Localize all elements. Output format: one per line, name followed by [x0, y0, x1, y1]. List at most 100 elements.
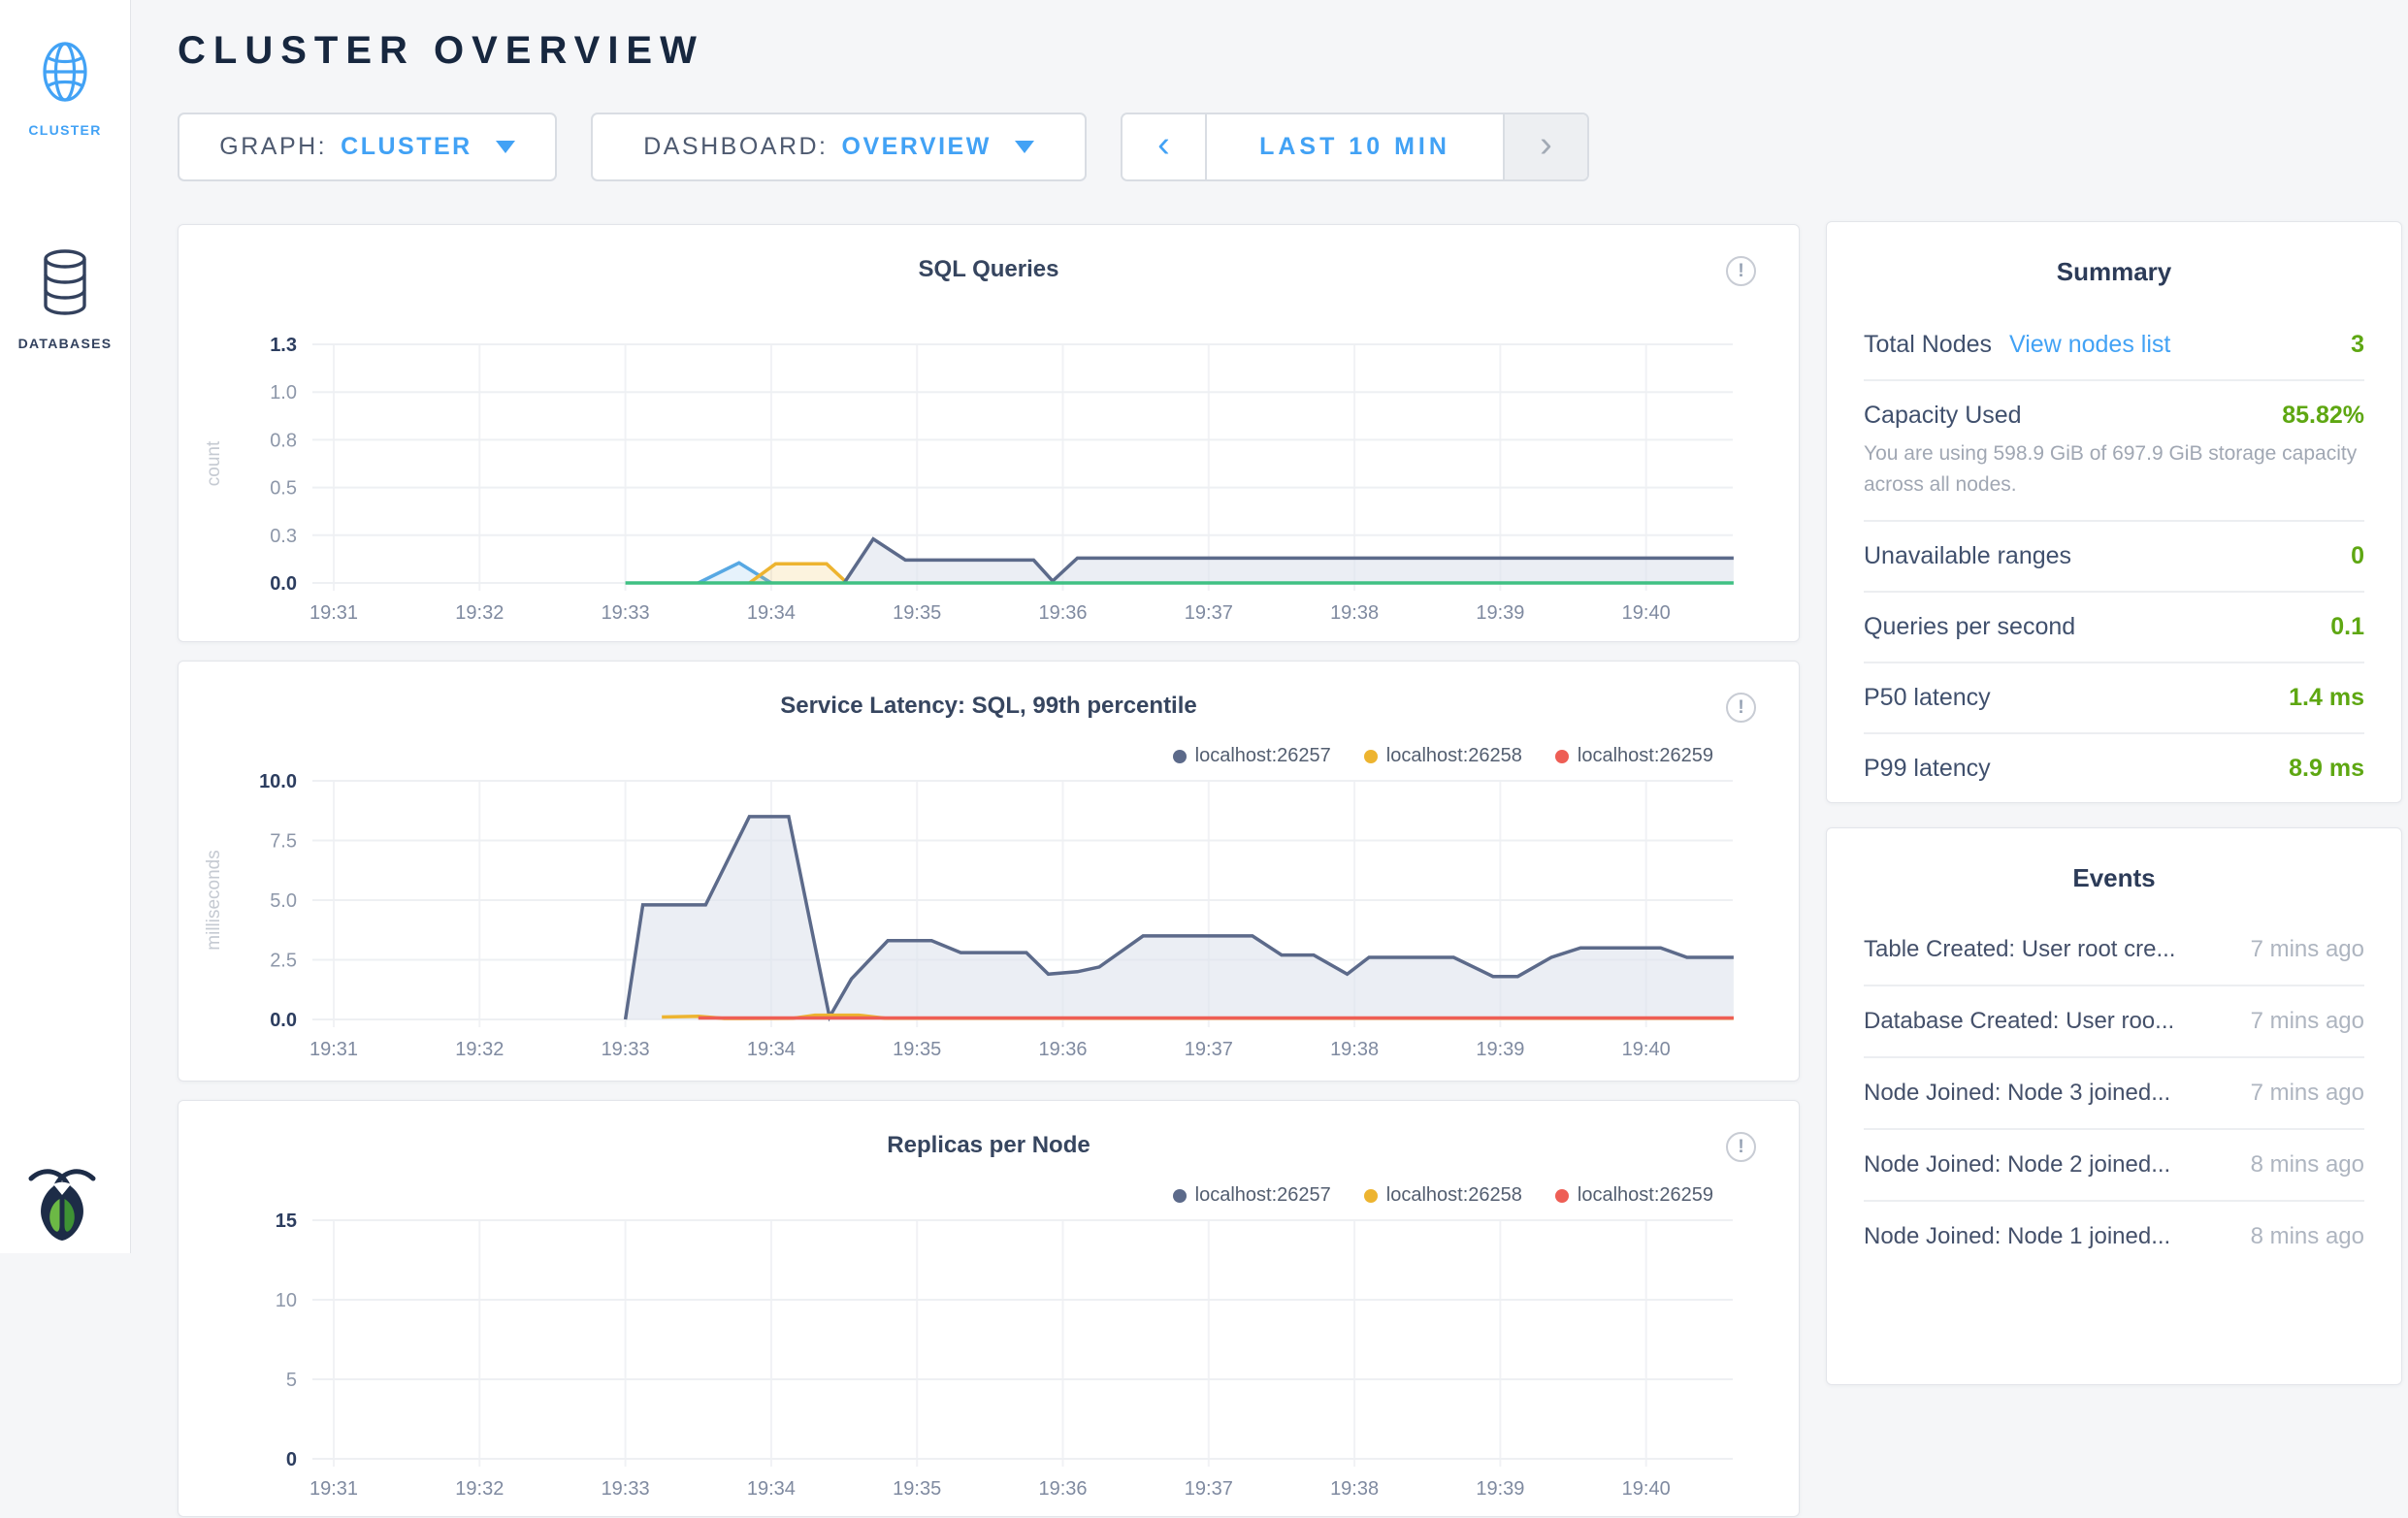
summary-row: Queries per second 0.1 — [1864, 591, 2364, 662]
summary-row-label: Total Nodes — [1864, 331, 1992, 359]
page-title: CLUSTER OVERVIEW — [178, 29, 704, 73]
replicas-per-node-chart[interactable]: 15105019:3119:3219:3319:3419:3519:3619:3… — [179, 1101, 1799, 1518]
svg-text:19:36: 19:36 — [1038, 1478, 1087, 1500]
event-row[interactable]: Node Joined: Node 1 joined...8 mins ago — [1864, 1200, 2364, 1272]
sidebar-item-label: CLUSTER — [28, 122, 101, 138]
svg-text:19:36: 19:36 — [1038, 602, 1087, 624]
svg-text:0.8: 0.8 — [270, 430, 297, 451]
event-text: Table Created: User root cre... — [1864, 936, 2175, 963]
chevron-down-icon — [1015, 141, 1034, 153]
chevron-down-icon — [496, 141, 515, 153]
svg-text:5.0: 5.0 — [270, 890, 297, 912]
svg-text:19:37: 19:37 — [1185, 602, 1233, 624]
summary-row-label: Capacity Used — [1864, 402, 2022, 430]
svg-text:0: 0 — [286, 1449, 297, 1470]
event-time: 7 mins ago — [2251, 1080, 2364, 1107]
summary-row: P50 latency 1.4 ms — [1864, 662, 2364, 732]
summary-row-value: 8.9 ms — [2289, 755, 2364, 783]
event-text: Node Joined: Node 3 joined... — [1864, 1080, 2170, 1107]
svg-text:0.3: 0.3 — [270, 526, 297, 547]
svg-text:19:38: 19:38 — [1330, 1039, 1379, 1060]
events-title: Events — [1827, 828, 2401, 893]
cockroach-logo — [27, 1162, 97, 1242]
svg-text:19:34: 19:34 — [747, 1478, 796, 1500]
sidebar-item-label: DATABASES — [18, 336, 113, 351]
summary-row-value: 3 — [2351, 331, 2364, 359]
svg-text:0.0: 0.0 — [270, 1010, 297, 1031]
dashboard-dropdown[interactable]: DASHBOARD: OVERVIEW — [591, 113, 1087, 181]
time-range-label[interactable]: LAST 10 MIN — [1207, 114, 1503, 179]
svg-text:1.0: 1.0 — [270, 382, 297, 404]
globe-icon — [34, 41, 96, 108]
event-time: 7 mins ago — [2251, 1008, 2364, 1035]
svg-text:count: count — [204, 440, 224, 486]
summary-row-label: P50 latency — [1864, 684, 1991, 712]
svg-text:19:35: 19:35 — [893, 1478, 941, 1500]
event-text: Node Joined: Node 2 joined... — [1864, 1151, 2170, 1179]
event-row[interactable]: Database Created: User roo... 7 mins ago — [1864, 985, 2364, 1056]
replicas-per-node-card: Replicas per Node ! localhost:26257local… — [178, 1100, 1800, 1517]
svg-text:1.3: 1.3 — [270, 335, 297, 356]
svg-text:19:35: 19:35 — [893, 602, 941, 624]
event-row[interactable]: Node Joined: Node 3 joined... 7 mins ago — [1864, 1056, 2364, 1128]
time-range-selector: ‹ LAST 10 MIN › — [1121, 113, 1589, 181]
svg-text:19:37: 19:37 — [1185, 1478, 1233, 1500]
summary-row: Unavailable ranges0 — [1864, 520, 2364, 591]
svg-text:19:38: 19:38 — [1330, 602, 1379, 624]
svg-text:19:34: 19:34 — [747, 602, 796, 624]
summary-panel: Summary Total Nodes View nodes list 3 Capac… — [1826, 221, 2402, 803]
service-latency-sql-99th-percentile-chart[interactable]: 10.07.55.02.50.019:3119:3219:3319:3419:3… — [179, 662, 1799, 1082]
svg-text:19:31: 19:31 — [309, 1478, 358, 1500]
event-text: Database Created: User roo... — [1864, 1008, 2174, 1035]
graph-dropdown-value: CLUSTER — [341, 133, 472, 161]
svg-text:0.5: 0.5 — [270, 478, 297, 500]
summary-row-label: Queries per second — [1864, 613, 2075, 641]
sidebar-item-databases[interactable]: DATABASES — [0, 248, 130, 351]
svg-text:5: 5 — [286, 1370, 297, 1391]
svg-text:milliseconds: milliseconds — [204, 850, 224, 950]
dashboard-dropdown-value: OVERVIEW — [842, 133, 992, 161]
dashboard-dropdown-label: DASHBOARD: — [643, 133, 828, 161]
svg-text:15: 15 — [276, 1211, 297, 1232]
event-row[interactable]: Node Joined: Node 2 joined... 8 mins ago — [1864, 1128, 2364, 1200]
svg-text:19:33: 19:33 — [602, 1039, 650, 1060]
event-time: 8 mins ago — [2251, 1151, 2364, 1179]
svg-text:19:33: 19:33 — [602, 602, 650, 624]
sql-queries-card: SQL Queries ! 1.31.00.80.50.30.019:3119:… — [178, 224, 1800, 642]
svg-text:0.0: 0.0 — [270, 573, 297, 595]
summary-row-label: P99 latency — [1864, 755, 1991, 783]
svg-text:19:40: 19:40 — [1622, 602, 1671, 624]
event-time: 8 mins ago — [2251, 1223, 2364, 1250]
event-row[interactable]: Table Created: User root cre... 7 mins ag… — [1864, 915, 2364, 985]
view-nodes-link[interactable]: View nodes list — [2009, 331, 2170, 359]
svg-text:19:37: 19:37 — [1185, 1039, 1233, 1060]
sql-queries-chart[interactable]: 1.3 1.0 0.8 0.5 0.3 0.0 19:31 19:32 19:33 19:34 19… — [179, 225, 1799, 643]
svg-text:19:40: 19:40 — [1622, 1039, 1671, 1060]
time-range-prev-button[interactable]: ‹ — [1123, 114, 1207, 179]
svg-text:19:32: 19:32 — [455, 1039, 504, 1060]
svg-text:19:33: 19:33 — [602, 1478, 650, 1500]
summary-row-value: 0.1 — [2330, 613, 2364, 641]
svg-text:19:38: 19:38 — [1330, 1478, 1379, 1500]
event-time: 7 mins ago — [2251, 936, 2364, 963]
summary-row: Total Nodes View nodes list 3 — [1864, 310, 2364, 379]
sidebar-item-cluster[interactable]: CLUSTER — [0, 41, 130, 138]
graph-dropdown[interactable]: GRAPH: CLUSTER — [178, 113, 557, 181]
svg-text:10.0: 10.0 — [259, 771, 297, 792]
svg-text:19:39: 19:39 — [1476, 602, 1524, 624]
svg-text:19:39: 19:39 — [1476, 1478, 1524, 1500]
svg-text:19:40: 19:40 — [1622, 1478, 1671, 1500]
svg-text:19:31: 19:31 — [309, 602, 358, 624]
svg-text:2.5: 2.5 — [270, 951, 297, 972]
svg-text:19:31: 19:31 — [309, 1039, 358, 1060]
summary-row-value: 85.82% — [2282, 402, 2364, 430]
svg-text:19:34: 19:34 — [747, 1039, 796, 1060]
svg-text:19:32: 19:32 — [455, 602, 504, 624]
time-range-next-button[interactable]: › — [1503, 114, 1587, 179]
summary-row-value: 1.4 ms — [2289, 684, 2364, 712]
svg-text:10: 10 — [276, 1290, 297, 1311]
summary-title: Summary — [1827, 222, 2401, 287]
summary-row-value: 0 — [2351, 542, 2364, 570]
sidebar: CLUSTER DATABASES — [0, 0, 131, 1253]
svg-text:19:39: 19:39 — [1476, 1039, 1524, 1060]
